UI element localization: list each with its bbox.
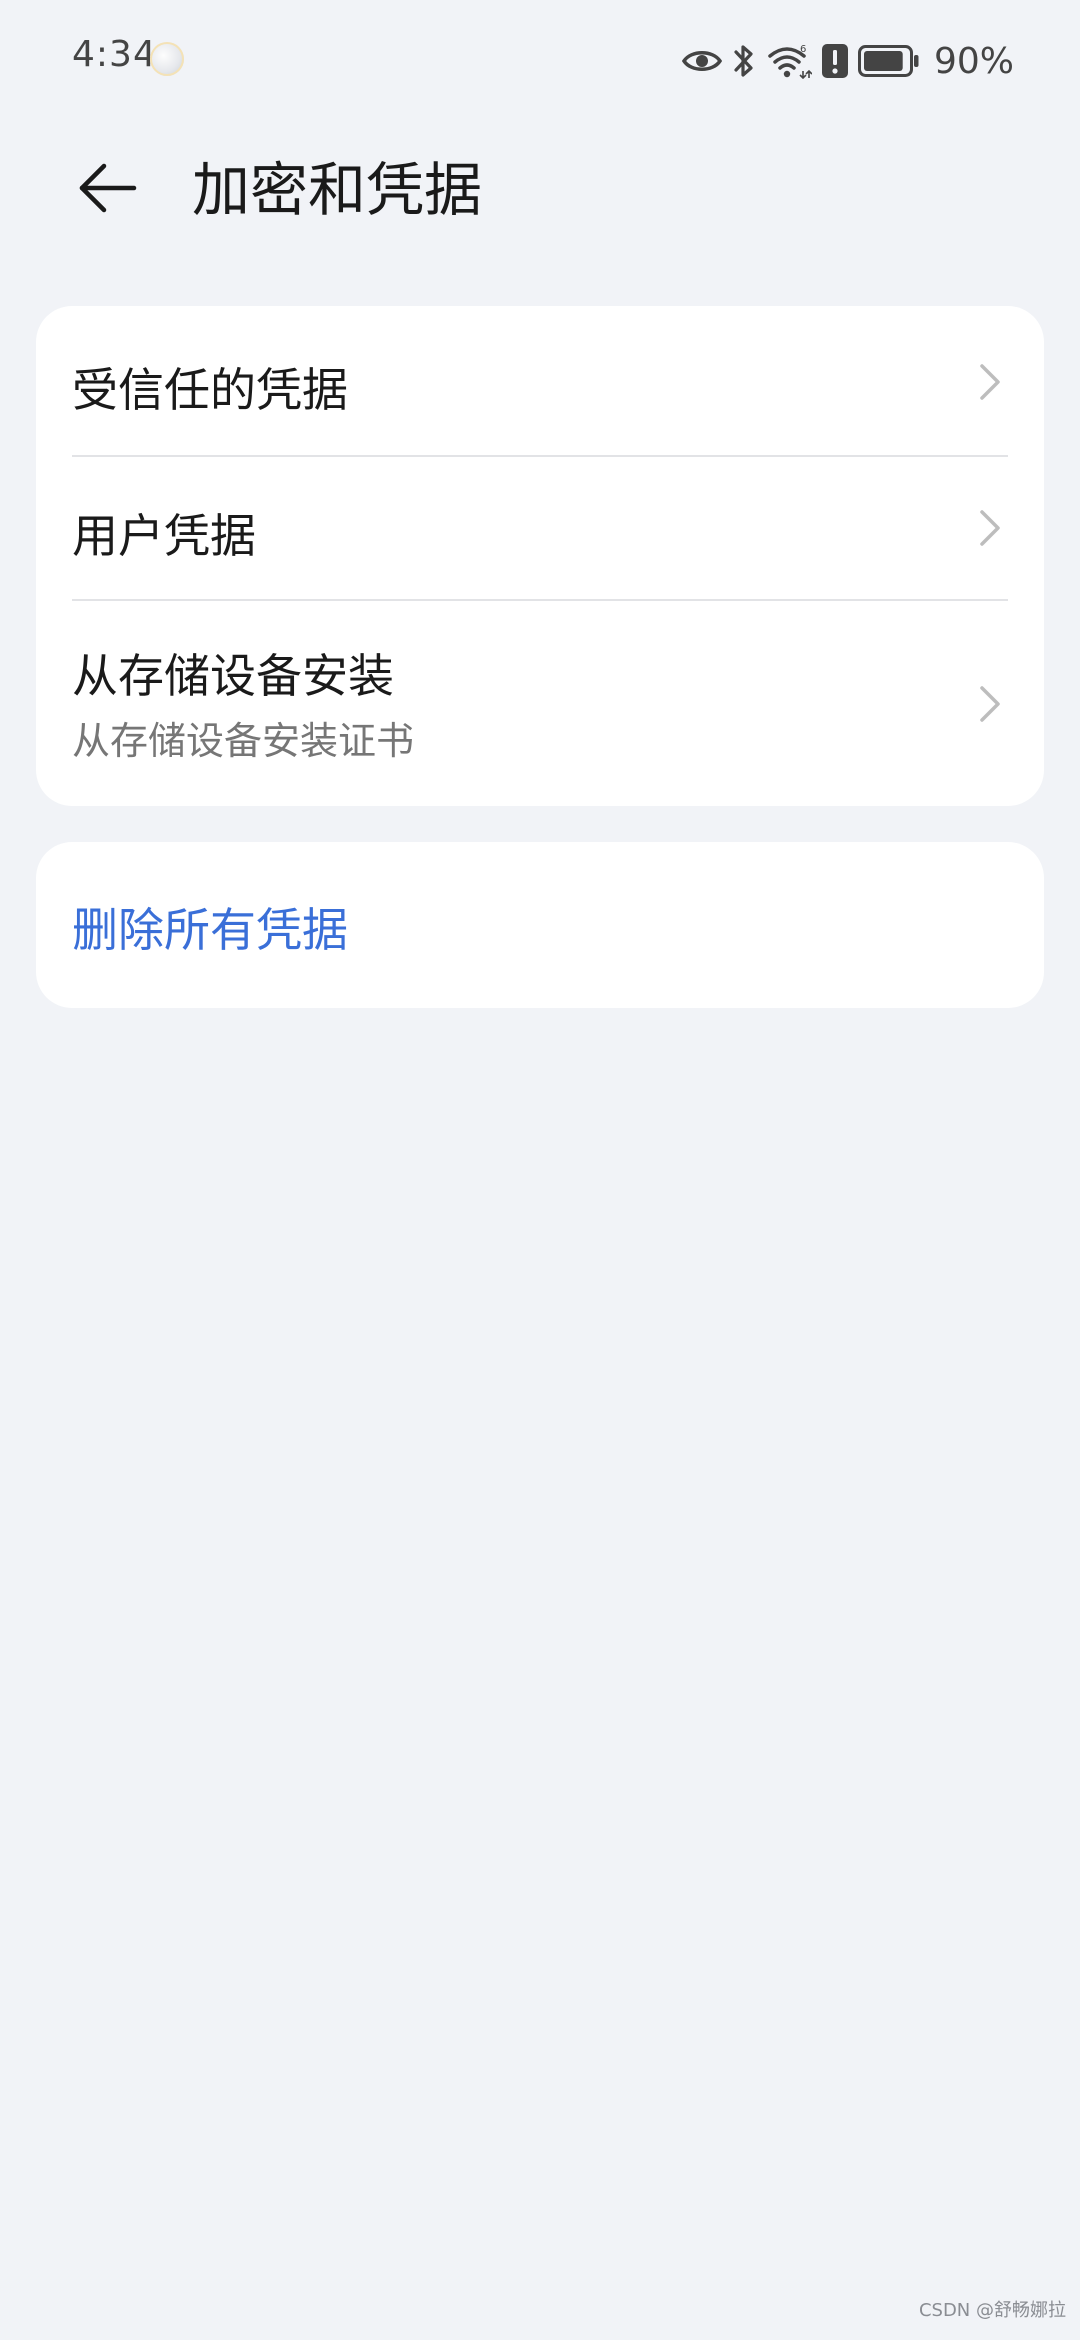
delete-all-credentials-button[interactable]: 删除所有凭据 — [36, 842, 1044, 1008]
alert-icon — [821, 44, 848, 78]
install-from-storage-sublabel: 从存储设备安装证书 — [72, 719, 415, 763]
status-bar: 4:34 6 90% — [0, 0, 1080, 120]
watermark: CSDN @舒畅娜拉 — [918, 2300, 1066, 2321]
page-title: 加密和凭据 — [192, 156, 483, 224]
user-credentials-item[interactable]: 用户凭据 — [36, 456, 1044, 600]
status-time: 4:34 — [72, 34, 157, 75]
chevron-right-icon — [976, 682, 1004, 726]
delete-all-credentials-label: 删除所有凭据 — [72, 903, 348, 957]
install-from-storage-label: 从存储设备安装 — [72, 649, 394, 703]
title-bar: 加密和凭据 — [0, 130, 1080, 250]
delete-card: 删除所有凭据 — [36, 842, 1044, 1008]
back-button[interactable] — [66, 150, 146, 230]
install-from-storage-item[interactable]: 从存储设备安装 从存储设备安装证书 — [36, 600, 1044, 806]
trusted-credentials-label: 受信任的凭据 — [72, 363, 348, 417]
chevron-right-icon — [976, 506, 1004, 550]
credentials-card: 受信任的凭据 用户凭据 从存储设备安装 从存储设备安装证书 — [36, 306, 1044, 806]
back-arrow-icon — [74, 160, 138, 220]
trusted-credentials-item[interactable]: 受信任的凭据 — [36, 306, 1044, 456]
eye-icon — [681, 46, 722, 76]
status-icons: 6 90% — [681, 36, 1014, 86]
bluetooth-icon — [732, 42, 756, 80]
chevron-right-icon — [976, 360, 1004, 404]
battery-icon — [857, 45, 920, 77]
user-credentials-label: 用户凭据 — [72, 509, 256, 563]
wifi-icon: 6 — [766, 43, 812, 79]
battery-percent: 90% — [933, 40, 1014, 82]
svg-text:6: 6 — [800, 44, 806, 55]
cloudy-moon-icon — [150, 42, 184, 76]
